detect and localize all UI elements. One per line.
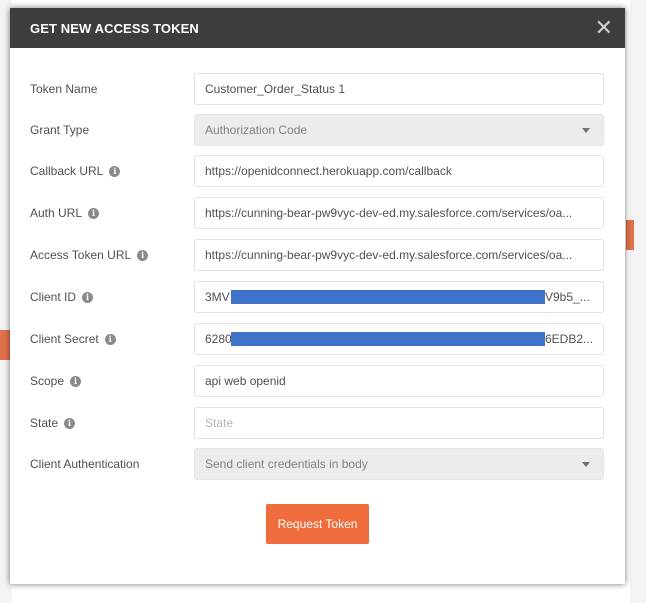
scope-label: Scope i: [30, 365, 82, 397]
client-authentication-select[interactable]: Send client credentials in body: [194, 448, 604, 480]
client-id-input[interactable]: 3MV V9b5_...: [194, 281, 604, 313]
client-secret-suffix: 6EDB2...: [545, 332, 594, 346]
chevron-down-icon: [582, 462, 590, 467]
grant-type-select[interactable]: Authorization Code: [194, 114, 604, 146]
info-icon[interactable]: i: [137, 249, 149, 261]
callback-url-row: Callback URL i https://openidconnect.her…: [10, 155, 625, 187]
state-row: State i State: [10, 407, 625, 439]
client-secret-row: Client Secret i 6280 6EDB2...: [10, 323, 625, 355]
token-name-label: Token Name: [30, 82, 98, 96]
client-id-label: Client ID i: [30, 281, 94, 313]
redaction-bar: [231, 290, 545, 304]
redaction-bar: [231, 332, 545, 346]
access-token-url-row: Access Token URL i https://cunning-bear-…: [10, 239, 625, 271]
state-label: State i: [30, 407, 76, 439]
token-name-input[interactable]: Customer_Order_Status 1: [194, 73, 604, 105]
grant-type-row: Grant Type Authorization Code: [10, 114, 625, 146]
auth-url-label: Auth URL i: [30, 197, 100, 229]
grant-type-label: Grant Type: [30, 123, 90, 137]
access-token-url-label: Access Token URL i: [30, 239, 149, 271]
close-icon[interactable]: ✕: [595, 17, 613, 39]
client-secret-input[interactable]: 6280 6EDB2...: [194, 323, 604, 355]
client-authentication-row: Client Authentication Send client creden…: [10, 448, 625, 480]
request-token-button[interactable]: Request Token: [266, 504, 369, 544]
dialog-title: GET NEW ACCESS TOKEN: [30, 20, 199, 36]
info-icon[interactable]: i: [104, 333, 116, 345]
client-authentication-label: Client Authentication: [30, 457, 140, 471]
auth-url-row: Auth URL i https://cunning-bear-pw9vyc-d…: [10, 197, 625, 229]
access-token-url-input[interactable]: https://cunning-bear-pw9vyc-dev-ed.my.sa…: [194, 239, 604, 271]
background-orange-accent: [626, 220, 634, 250]
auth-url-input[interactable]: https://cunning-bear-pw9vyc-dev-ed.my.sa…: [194, 197, 604, 229]
info-icon[interactable]: i: [109, 165, 121, 177]
client-id-suffix: V9b5_...: [545, 290, 590, 304]
chevron-down-icon: [582, 128, 590, 133]
callback-url-label: Callback URL i: [30, 155, 121, 187]
info-icon[interactable]: i: [88, 207, 100, 219]
background-page-right: [630, 0, 646, 603]
client-id-row: Client ID i 3MV V9b5_...: [10, 281, 625, 313]
scope-input[interactable]: api web openid: [194, 365, 604, 397]
background-orange-accent: [0, 330, 10, 360]
state-input[interactable]: State: [194, 407, 604, 439]
callback-url-input[interactable]: https://openidconnect.herokuapp.com/call…: [194, 155, 604, 187]
dialog-header: GET NEW ACCESS TOKEN ✕: [10, 8, 625, 48]
token-name-row: Token Name Customer_Order_Status 1: [10, 73, 625, 105]
scope-row: Scope i api web openid: [10, 365, 625, 397]
info-icon[interactable]: i: [82, 291, 94, 303]
info-icon[interactable]: i: [70, 375, 82, 387]
client-secret-label: Client Secret i: [30, 323, 116, 355]
info-icon[interactable]: i: [64, 417, 76, 429]
access-token-dialog: GET NEW ACCESS TOKEN ✕ Token Name Custom…: [10, 8, 625, 584]
